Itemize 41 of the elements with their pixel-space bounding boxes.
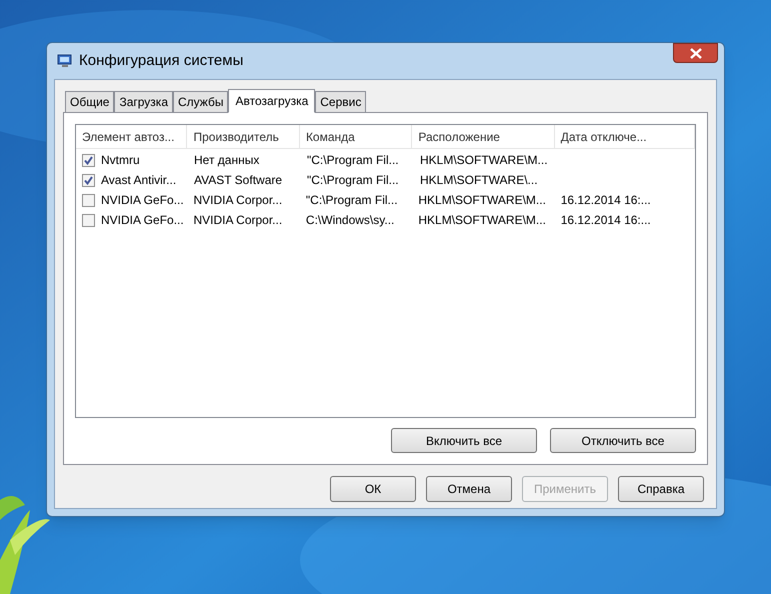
- tab[interactable]: Автозагрузка: [228, 89, 316, 113]
- checkbox[interactable]: [82, 154, 95, 166]
- table-cell-text: NVIDIA GeFo...: [101, 192, 184, 209]
- column-header[interactable]: Расположение: [412, 125, 555, 148]
- table-cell-text: HKLM\SOFTWARE\M...: [418, 192, 546, 209]
- table-cell-text: HKLM\SOFTWARE\M...: [420, 152, 548, 169]
- table-cell-text: Avast Antivir...: [101, 172, 176, 189]
- close-icon: [690, 48, 702, 58]
- column-header[interactable]: Дата отключе...: [554, 125, 696, 148]
- table-cell-text: NVIDIA GeFo...: [101, 212, 184, 229]
- table-cell-text: HKLM\SOFTWARE\...: [420, 172, 538, 189]
- checkbox[interactable]: [82, 194, 95, 206]
- tab[interactable]: Общие: [65, 91, 114, 112]
- app-icon: [57, 53, 73, 69]
- table-cell-text: "C:\Program Fil...: [307, 172, 399, 189]
- action-button[interactable]: Отключить все: [550, 428, 696, 453]
- action-button[interactable]: Включить все: [391, 428, 537, 453]
- tab[interactable]: Службы: [173, 91, 228, 112]
- table-cell-text: Нет данных: [194, 152, 260, 169]
- dialog-button[interactable]: Справка: [618, 476, 704, 502]
- table-cell-text: HKLM\SOFTWARE\M...: [418, 212, 546, 229]
- table-cell-text: C:\Windows\sy...: [306, 212, 394, 229]
- table-cell-text: NVIDIA Corpor...: [193, 212, 282, 229]
- table-cell-text: 16.12.2014 16:...: [560, 212, 651, 229]
- table-cell-text: Nvtmru: [101, 152, 140, 169]
- dialog-button[interactable]: Отмена: [426, 476, 512, 502]
- column-header[interactable]: Производитель: [187, 125, 300, 148]
- checkbox[interactable]: [82, 174, 95, 186]
- table-cell-text: AVAST Software: [194, 172, 282, 189]
- window-title: Конфигурация системы: [79, 50, 244, 71]
- close-button[interactable]: [673, 43, 718, 63]
- table-cell-text: 16.12.2014 16:...: [560, 192, 651, 209]
- column-header[interactable]: Команда: [300, 125, 412, 148]
- table-cell-text: "C:\Program Fil...: [307, 152, 399, 169]
- tab[interactable]: Сервис: [315, 91, 366, 112]
- checkbox[interactable]: [82, 214, 95, 226]
- table-cell-text: NVIDIA Corpor...: [193, 192, 282, 209]
- dialog-button[interactable]: ОК: [330, 476, 416, 502]
- table-cell-text: "C:\Program Fil...: [306, 192, 398, 209]
- tab[interactable]: Загрузка: [114, 91, 173, 112]
- column-header[interactable]: Элемент автоз...: [76, 125, 188, 148]
